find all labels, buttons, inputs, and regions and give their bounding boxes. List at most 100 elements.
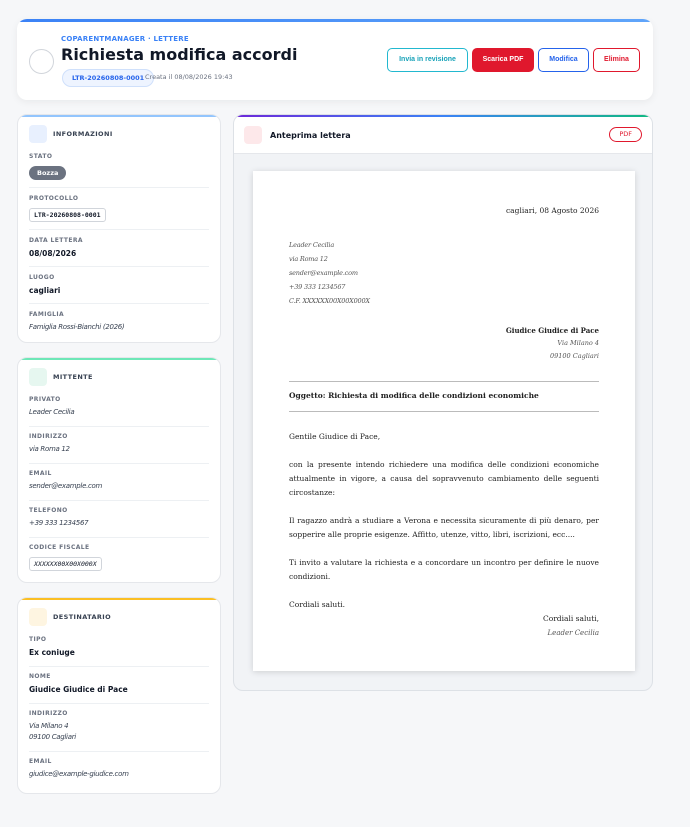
- sender-phone-value: +39 333 1234567: [29, 519, 89, 527]
- divider: [29, 426, 209, 427]
- header-accent-bar: [17, 19, 653, 22]
- letter-signature: Leader Cecilia: [547, 629, 599, 637]
- tax-code-field: CODICE FISCALE XXXXXX00X00X000X: [29, 544, 209, 571]
- recipient-email-label: EMAIL: [29, 758, 52, 765]
- recipient-address-field: INDIRIZZO Via Milano 4 09100 Cagliari: [29, 710, 209, 741]
- recipient-address-line1: Via Milano 4: [29, 722, 69, 730]
- preview-title: Anteprima lettera: [270, 131, 351, 140]
- divider: [29, 537, 209, 538]
- letter-regards: Cordiali saluti.: [289, 600, 346, 609]
- recipient-address-line2: 09100 Cagliari: [29, 733, 76, 741]
- breadcrumb[interactable]: COPARENTMANAGER · LETTERE: [61, 35, 189, 43]
- letter-recipient-name: Giudice Giudice di Pace: [505, 326, 599, 335]
- protocol-field: PROTOCOLLO LTR-20260808-0001: [29, 195, 209, 222]
- sender-address-value: via Roma 12: [29, 445, 70, 453]
- divider: [29, 703, 209, 704]
- recipient-icon: [29, 608, 47, 626]
- family-value: Famiglia Rossi-Bianchi (2026): [29, 323, 125, 331]
- letter-sender-line: +39 333 1234567: [289, 283, 346, 291]
- divider: [29, 751, 209, 752]
- recipient-type-value: Ex coniuge: [29, 648, 75, 657]
- recipient-email-field: EMAIL giudice@example-giudice.com: [29, 758, 209, 778]
- letter-body: Gentile Giudice di Pace, con la presente…: [289, 430, 599, 626]
- letter-sender-line: Leader Cecilia: [289, 241, 334, 249]
- sender-card: MITTENTE PRIVATO Leader Cecilia INDIRIZZ…: [17, 357, 221, 583]
- send-to-review-button[interactable]: Invia in revisione: [387, 48, 468, 72]
- sender-email-label: EMAIL: [29, 470, 52, 477]
- place-label: LUOGO: [29, 274, 55, 281]
- protocol-label: PROTOCOLLO: [29, 195, 79, 202]
- subject-rule-bottom: [289, 411, 599, 412]
- sender-email-value: sender@example.com: [29, 482, 103, 490]
- divider: [29, 229, 209, 230]
- recipient-email-value: giudice@example-giudice.com: [29, 770, 129, 778]
- divider: [29, 666, 209, 667]
- sender-address-field: INDIRIZZO via Roma 12: [29, 433, 209, 453]
- sender-phone-label: TELEFONO: [29, 507, 68, 514]
- private-label: PRIVATO: [29, 396, 61, 403]
- recipient-name-label: NOME: [29, 673, 51, 680]
- letter-header: COPARENTMANAGER · LETTERE Richiesta modi…: [17, 19, 653, 100]
- letter-paragraph: con la presente intendo richiedere una m…: [289, 460, 599, 497]
- letter-paragraph: Il ragazzo andrà a studiare a Verona e n…: [289, 516, 599, 539]
- recipient-type-label: TIPO: [29, 636, 47, 643]
- recipient-name-field: NOME Giudice Giudice di Pace: [29, 673, 209, 694]
- recipient-title: DESTINATARIO: [53, 613, 112, 621]
- letter-paragraph: Ti invito a valutare la richiesta e a co…: [289, 558, 599, 581]
- place-value: cagliari: [29, 286, 61, 295]
- date-field: DATA LETTERA 08/08/2026: [29, 237, 209, 258]
- recipient-accent-bar: [18, 598, 220, 600]
- protocol-badge: LTR-20260808-0001: [62, 69, 155, 87]
- preview-header: Anteprima lettera PDF: [234, 117, 652, 154]
- letter-sender-block: Leader Cecilia via Roma 12 sender@exampl…: [289, 238, 370, 308]
- tax-code-label: CODICE FISCALE: [29, 544, 90, 551]
- download-pdf-button[interactable]: Scarica PDF: [472, 48, 534, 72]
- letter-greeting: Gentile Giudice di Pace,: [289, 432, 381, 441]
- divider: [29, 303, 209, 304]
- sender-accent-bar: [18, 358, 220, 360]
- info-card: INFORMAZIONI STATO Bozza PROTOCOLLO LTR-…: [17, 114, 221, 343]
- info-icon: [29, 125, 47, 143]
- letter-recipient-block: Giudice Giudice di Pace Via Milano 4 091…: [506, 324, 599, 363]
- recipient-card: DESTINATARIO TIPO Ex coniuge NOME Giudic…: [17, 597, 221, 794]
- info-accent-bar: [18, 115, 220, 117]
- sender-title: MITTENTE: [53, 373, 93, 381]
- divider: [29, 187, 209, 188]
- recipient-type-field: TIPO Ex coniuge: [29, 636, 209, 657]
- private-value: Leader Cecilia: [29, 408, 75, 416]
- subject-rule-top: [289, 381, 599, 382]
- tax-code-value: XXXXXX00X00X000X: [29, 557, 102, 571]
- sender-email-field: EMAIL sender@example.com: [29, 470, 209, 490]
- place-field: LUOGO cagliari: [29, 274, 209, 295]
- status-field: STATO Bozza: [29, 153, 209, 180]
- status-badge: Bozza: [29, 166, 67, 180]
- sender-phone-field: TELEFONO +39 333 1234567: [29, 507, 209, 527]
- letter-closing: Cordiali saluti, Leader Cecilia: [543, 612, 599, 640]
- edit-button[interactable]: Modifica: [538, 48, 589, 72]
- date-value: 08/08/2026: [29, 249, 77, 258]
- divider: [29, 463, 209, 464]
- letter-sender-line: via Roma 12: [289, 255, 328, 263]
- letter-paper: cagliari, 08 Agosto 2026 Leader Cecilia …: [253, 171, 635, 671]
- pdf-badge[interactable]: PDF: [609, 127, 642, 142]
- private-field: PRIVATO Leader Cecilia: [29, 396, 209, 416]
- letter-closing-text: Cordiali saluti,: [542, 614, 599, 623]
- protocol-value: LTR-20260808-0001: [29, 208, 106, 222]
- info-title: INFORMAZIONI: [53, 130, 113, 138]
- created-timestamp: Creata il 08/08/2026 19:43: [145, 73, 233, 81]
- recipient-address-label: INDIRIZZO: [29, 710, 68, 717]
- family-field: FAMIGLIA Famiglia Rossi-Bianchi (2026): [29, 311, 209, 331]
- letter-sender-line: sender@example.com: [289, 269, 358, 277]
- document-icon: [244, 126, 262, 144]
- letter-recipient-line: 09100 Cagliari: [550, 352, 599, 360]
- status-label: STATO: [29, 153, 53, 160]
- letter-subject: Oggetto: Richiesta di modifica delle con…: [289, 391, 539, 400]
- divider: [29, 266, 209, 267]
- page-title: Richiesta modifica accordi: [61, 45, 298, 64]
- delete-button[interactable]: Elimina: [593, 48, 640, 72]
- date-label: DATA LETTERA: [29, 237, 83, 244]
- recipient-name-value: Giudice Giudice di Pace: [29, 685, 128, 694]
- letter-recipient-line: Via Milano 4: [557, 339, 599, 347]
- letter-sender-line: C.F. XXXXXX00X00X000X: [289, 297, 370, 305]
- letter-preview-panel: Anteprima lettera PDF cagliari, 08 Agost…: [233, 114, 653, 691]
